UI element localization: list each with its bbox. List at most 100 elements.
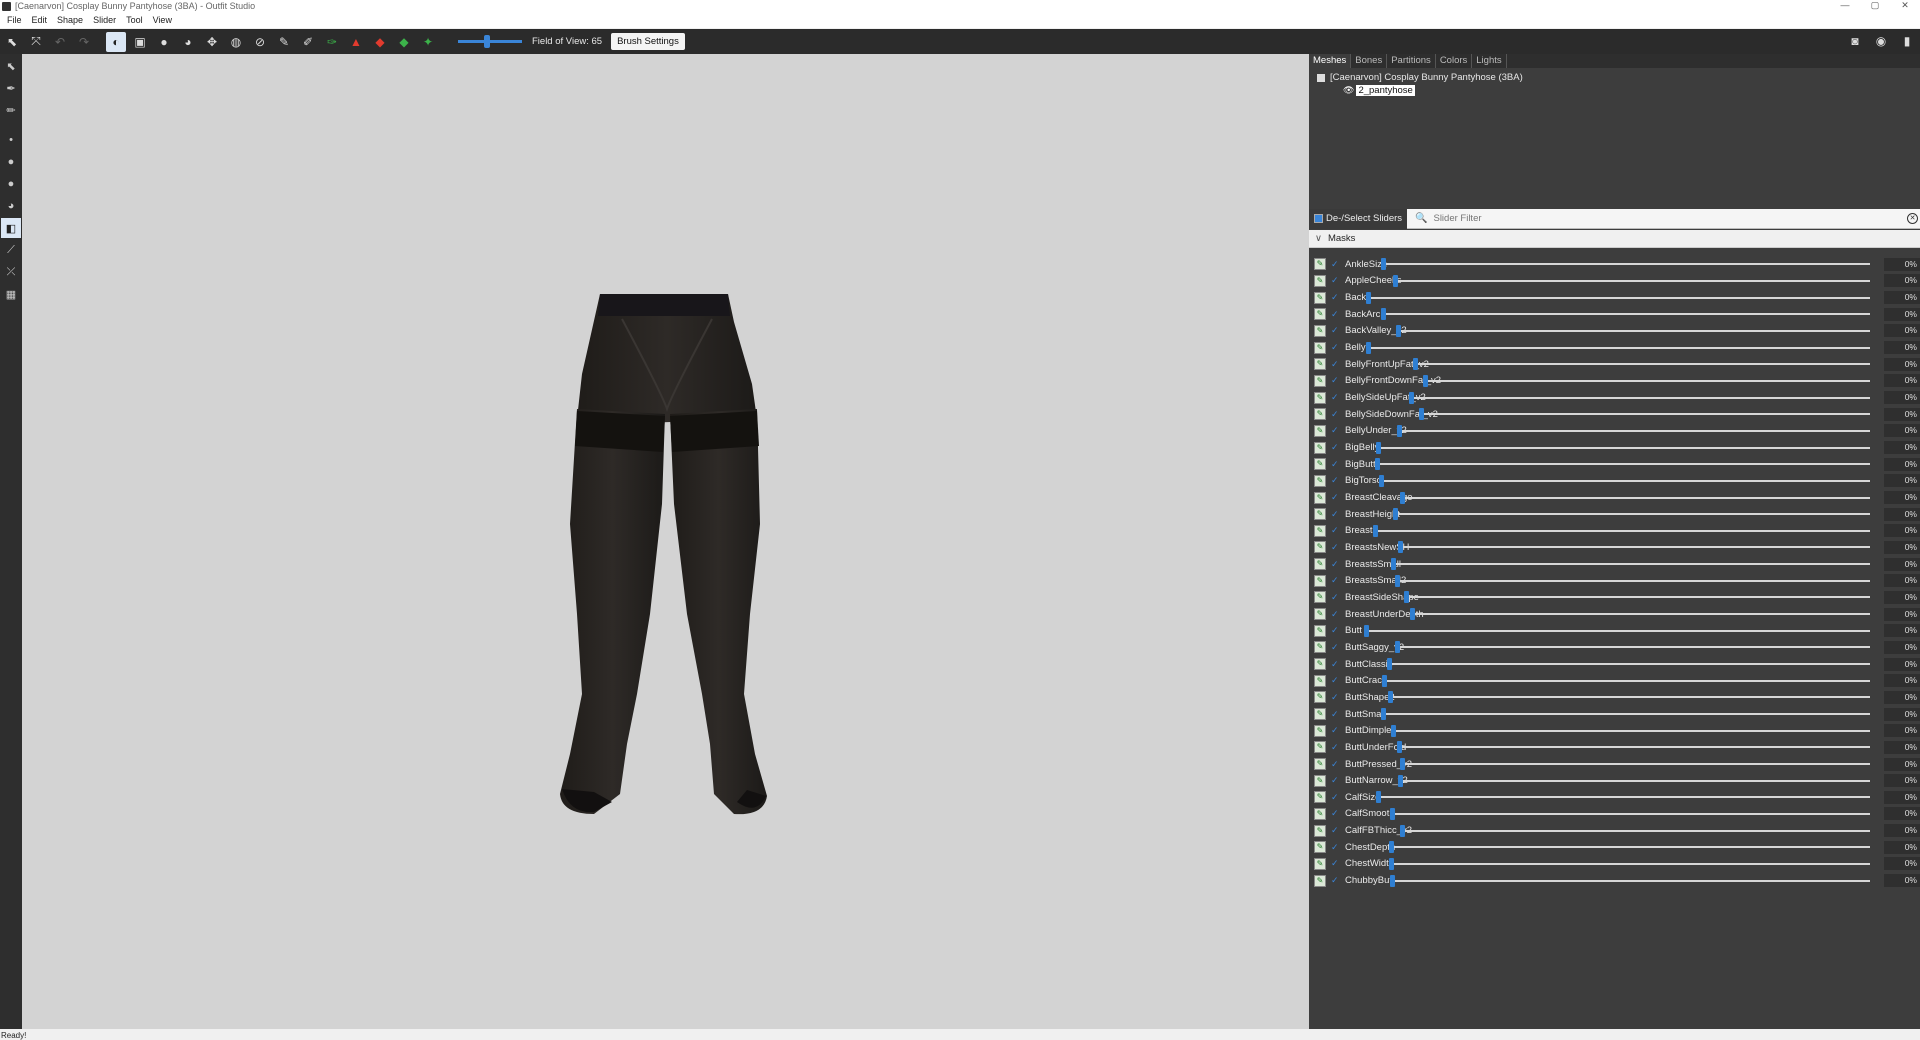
- sphere-icon[interactable]: ●: [1, 174, 21, 194]
- edit-slider-icon[interactable]: ✎: [1314, 541, 1326, 554]
- slider-track[interactable]: [1376, 446, 1870, 449]
- slider-track[interactable]: [1389, 862, 1870, 865]
- slider-thumb[interactable]: [1390, 807, 1395, 820]
- slider-checkbox[interactable]: ✓: [1331, 776, 1340, 785]
- slider-checkbox[interactable]: ✓: [1331, 592, 1340, 602]
- redo-icon[interactable]: ↷: [74, 32, 94, 52]
- slider-value[interactable]: 0%: [1884, 640, 1920, 654]
- slider-checkbox[interactable]: ✓: [1331, 809, 1340, 818]
- slider-value[interactable]: 0%: [1884, 724, 1920, 738]
- slider-value[interactable]: 0%: [1884, 657, 1920, 671]
- slider-checkbox[interactable]: ✓: [1331, 859, 1340, 868]
- slider-value[interactable]: 0%: [1884, 291, 1920, 305]
- menu-tool[interactable]: Tool: [121, 15, 148, 25]
- slider-thumb[interactable]: [1376, 791, 1381, 804]
- edit-slider-icon[interactable]: ✎: [1314, 624, 1326, 637]
- select-vertex-icon[interactable]: ⬉: [1, 56, 21, 76]
- uncolor-brush-icon[interactable]: ✐: [298, 32, 318, 52]
- slider-thumb[interactable]: [1381, 308, 1386, 321]
- slider-value[interactable]: 0%: [1884, 740, 1920, 754]
- slider-checkbox[interactable]: ✓: [1331, 642, 1340, 652]
- slider-checkbox[interactable]: ✓: [1331, 259, 1340, 269]
- slider-value[interactable]: 0%: [1884, 690, 1920, 704]
- slider-checkbox[interactable]: ✓: [1331, 476, 1340, 485]
- tab-colors[interactable]: Colors: [1436, 54, 1473, 68]
- slider-value[interactable]: 0%: [1884, 474, 1920, 488]
- point-icon[interactable]: •: [1, 130, 21, 150]
- fov-slider[interactable]: [458, 35, 522, 48]
- weight-erase-icon[interactable]: ◆: [370, 32, 390, 52]
- slider-thumb[interactable]: [1404, 591, 1409, 604]
- tree-root[interactable]: [Caenarvon] Cosplay Bunny Pantyhose (3BA…: [1317, 71, 1912, 84]
- menu-file[interactable]: File: [2, 15, 27, 25]
- slider-track[interactable]: [1400, 829, 1870, 832]
- edit-slider-icon[interactable]: ✎: [1314, 358, 1326, 371]
- slider-track[interactable]: [1404, 596, 1870, 599]
- tree-item-mesh[interactable]: 👁 2_pantyhose: [1317, 84, 1912, 97]
- edit-slider-icon[interactable]: ✎: [1314, 324, 1326, 337]
- edit-slider-icon[interactable]: ✎: [1314, 591, 1326, 604]
- undo-icon[interactable]: ↶: [50, 32, 70, 52]
- deflate-brush-icon[interactable]: ◕: [178, 32, 198, 52]
- shaded-icon[interactable]: ◧: [1, 218, 21, 238]
- slider-thumb[interactable]: [1388, 691, 1393, 704]
- select-tool-icon[interactable]: ⬉: [2, 32, 22, 52]
- slider-value[interactable]: 0%: [1884, 757, 1920, 771]
- edit-slider-icon[interactable]: ✎: [1314, 491, 1326, 504]
- clear-filter-icon[interactable]: ✕: [1907, 213, 1918, 224]
- edit-slider-icon[interactable]: ✎: [1314, 674, 1326, 687]
- edit-slider-icon[interactable]: ✎: [1314, 608, 1326, 621]
- undiff-brush-icon[interactable]: ⊘: [250, 32, 270, 52]
- slider-track[interactable]: [1376, 796, 1870, 799]
- slider-checkbox[interactable]: ✓: [1331, 376, 1340, 385]
- brush-settings-button[interactable]: Brush Settings: [611, 33, 685, 50]
- slider-value[interactable]: 0%: [1884, 374, 1920, 388]
- slider-thumb[interactable]: [1400, 491, 1405, 504]
- slider-checkbox[interactable]: ✓: [1331, 742, 1340, 752]
- slider-checkbox[interactable]: ✓: [1331, 459, 1340, 469]
- slider-thumb[interactable]: [1379, 474, 1384, 487]
- slider-thumb[interactable]: [1387, 658, 1392, 671]
- slider-track[interactable]: [1409, 396, 1870, 399]
- deselect-sliders-toggle[interactable]: De-/Select Sliders: [1309, 208, 1408, 229]
- slider-checkbox[interactable]: ✓: [1331, 676, 1340, 685]
- slider-value[interactable]: 0%: [1884, 274, 1920, 288]
- slider-thumb[interactable]: [1423, 374, 1428, 387]
- slider-thumb[interactable]: [1398, 774, 1403, 787]
- slider-track[interactable]: [1390, 812, 1870, 815]
- slider-thumb[interactable]: [1419, 408, 1424, 421]
- slider-checkbox[interactable]: ✓: [1331, 826, 1340, 835]
- sphere-shaded-icon[interactable]: ◕: [1, 196, 21, 216]
- weight-smooth-icon[interactable]: ◆: [394, 32, 414, 52]
- edit-slider-icon[interactable]: ✎: [1314, 791, 1326, 804]
- slider-thumb[interactable]: [1393, 274, 1398, 287]
- slider-value[interactable]: 0%: [1884, 357, 1920, 371]
- edit-slider-icon[interactable]: ✎: [1314, 474, 1326, 487]
- menu-edit[interactable]: Edit: [27, 15, 53, 25]
- slider-checkbox[interactable]: ✓: [1331, 542, 1340, 552]
- slider-checkbox[interactable]: ✓: [1331, 493, 1340, 502]
- edit-slider-icon[interactable]: ✎: [1314, 658, 1326, 671]
- edit-slider-icon[interactable]: ✎: [1314, 524, 1326, 537]
- slider-value[interactable]: 0%: [1884, 441, 1920, 455]
- slider-track[interactable]: [1419, 413, 1870, 416]
- slider-value[interactable]: 0%: [1884, 307, 1920, 321]
- edit-slider-icon[interactable]: ✎: [1314, 441, 1326, 454]
- slider-checkbox[interactable]: ✓: [1331, 309, 1340, 319]
- slider-checkbox[interactable]: ✓: [1331, 609, 1340, 619]
- menu-shape[interactable]: Shape: [52, 15, 88, 25]
- slider-checkbox[interactable]: ✓: [1331, 343, 1340, 352]
- slider-value[interactable]: 0%: [1884, 257, 1920, 271]
- slider-value[interactable]: 0%: [1884, 524, 1920, 538]
- slider-value[interactable]: 0%: [1884, 491, 1920, 505]
- slider-value[interactable]: 0%: [1884, 324, 1920, 338]
- slider-track[interactable]: [1381, 713, 1870, 716]
- slider-value[interactable]: 0%: [1884, 457, 1920, 471]
- slider-track[interactable]: [1393, 513, 1870, 516]
- slider-checkbox[interactable]: ✓: [1331, 759, 1340, 769]
- slider-checkbox[interactable]: ✓: [1331, 409, 1340, 419]
- edit-slider-icon[interactable]: ✎: [1314, 424, 1326, 437]
- slider-track[interactable]: [1382, 679, 1870, 682]
- slider-filter-input[interactable]: [1433, 213, 1914, 224]
- slider-thumb[interactable]: [1375, 458, 1380, 471]
